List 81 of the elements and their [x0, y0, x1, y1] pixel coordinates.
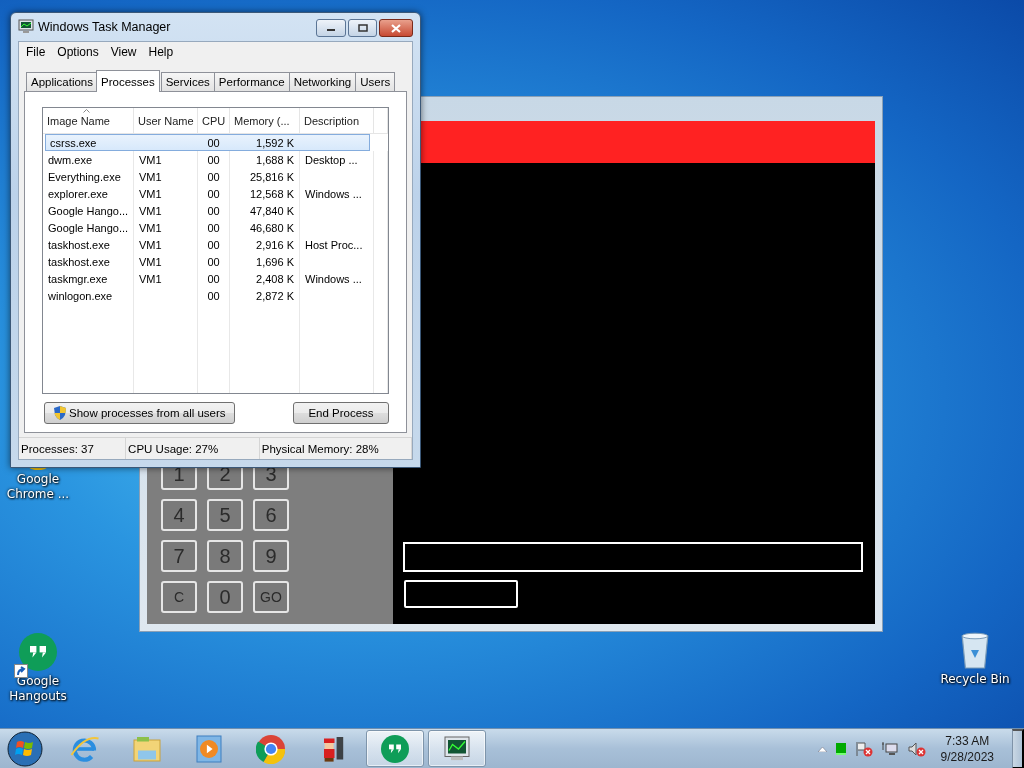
tab[interactable]: Performance	[213, 72, 290, 91]
table-cell: 2,408 K	[230, 270, 300, 287]
input-field[interactable]	[403, 542, 863, 572]
shield-icon	[53, 405, 67, 421]
table-cell: taskhost.exe	[43, 253, 134, 270]
maximize-button[interactable]	[348, 19, 377, 37]
table-cell: VM1	[134, 168, 198, 185]
table-cell: 25,816 K	[230, 168, 300, 185]
speech-bubble-icon	[380, 733, 410, 764]
tab[interactable]: Users	[355, 72, 396, 91]
table-cell: 00	[198, 202, 230, 219]
table-cell-text: 00	[206, 135, 221, 151]
menu-item[interactable]: Help	[142, 44, 180, 59]
table-cell: 2,872 K	[230, 287, 300, 304]
table-cell-text: 1,592 K	[255, 135, 295, 151]
table-cell: Windows ...	[300, 185, 374, 202]
monitor-icon	[18, 19, 34, 35]
table-cell: 00	[198, 151, 230, 168]
flag-error-icon[interactable]	[854, 740, 873, 757]
table-cell: 1,688 K	[230, 151, 300, 168]
show-hidden-icons-button[interactable]	[817, 745, 827, 752]
table-cell: VM1	[134, 151, 198, 168]
speaker-muted-icon[interactable]	[906, 740, 927, 757]
window-title: Windows Task Manager	[38, 20, 171, 34]
maximize-icon	[357, 24, 368, 32]
selected-row[interactable]: csrss.exe 00 1,592 K	[45, 134, 370, 151]
table-cell: 2,916 K	[230, 236, 300, 253]
minimize-button[interactable]	[316, 19, 346, 37]
table-cell: explorer.exe	[43, 185, 134, 202]
end-process-button[interactable]: End Process	[293, 402, 389, 424]
status-text: Processes: 37	[19, 438, 127, 459]
table-cell: dwm.exe	[43, 151, 134, 168]
table-cell: taskhost.exe	[43, 236, 134, 253]
table-cell: VM1	[134, 202, 198, 219]
desktop-icon-label[interactable]: Recycle Bin	[940, 672, 1010, 687]
table-cell: Windows ...	[300, 270, 374, 287]
table-cell: VM1	[134, 253, 198, 270]
clock[interactable]: 7:33 AM 9/28/2023	[940, 732, 994, 765]
tab[interactable]: Processes	[96, 70, 160, 92]
speech-bubble-icon	[18, 632, 58, 672]
menu-item[interactable]: File	[20, 44, 52, 59]
table-cell: VM1	[134, 236, 198, 253]
table-cell: 1,696 K	[230, 253, 300, 270]
close-icon	[391, 23, 401, 33]
menu-item[interactable]: View	[104, 44, 143, 59]
table-cell: 00	[198, 185, 230, 202]
windows-logo-icon[interactable]	[7, 730, 43, 767]
show-desktop-button[interactable]	[1012, 728, 1024, 768]
table-cell: Host Proc...	[300, 236, 374, 253]
play-icon	[194, 733, 224, 764]
table-cell: 00	[198, 287, 230, 304]
table-cell: VM1	[134, 219, 198, 236]
table-cell-text: csrss.exe	[49, 135, 98, 151]
table-cell: 00	[198, 253, 230, 270]
table-cell: 12,568 K	[230, 185, 300, 202]
table-cell: 00	[198, 270, 230, 287]
round-logo-icon	[256, 733, 286, 764]
close-button[interactable]	[379, 19, 413, 37]
table-cell: 00	[198, 219, 230, 236]
taskbar-button[interactable]	[428, 730, 486, 767]
show-all-users-button[interactable]: Show processes from all users	[44, 402, 235, 424]
caret-up-icon	[817, 745, 827, 752]
table-cell: 46,680 K	[230, 219, 300, 236]
table-cell: 00	[198, 168, 230, 185]
table-cell: taskmgr.exe	[43, 270, 134, 287]
table-cell: Google Hango...	[43, 219, 134, 236]
tab[interactable]: Networking	[288, 72, 357, 91]
tab[interactable]: Applications	[26, 72, 98, 91]
table-cell: 47,840 K	[230, 202, 300, 219]
table-cell: Everything.exe	[43, 168, 134, 185]
status-text: CPU Usage: 27%	[126, 438, 260, 459]
table-cell: Google Hango...	[43, 202, 134, 219]
table-cell: Desktop ...	[300, 151, 374, 168]
table-cell: 00	[198, 236, 230, 253]
status-text: Physical Memory: 28%	[259, 438, 412, 459]
table-cell: winlogon.exe	[43, 287, 134, 304]
tab[interactable]: Services	[160, 72, 215, 91]
menu-item[interactable]: Options	[51, 44, 105, 59]
network-icon[interactable]	[880, 740, 899, 757]
table-cell: VM1	[134, 185, 198, 202]
table-cell: VM1	[134, 270, 198, 287]
